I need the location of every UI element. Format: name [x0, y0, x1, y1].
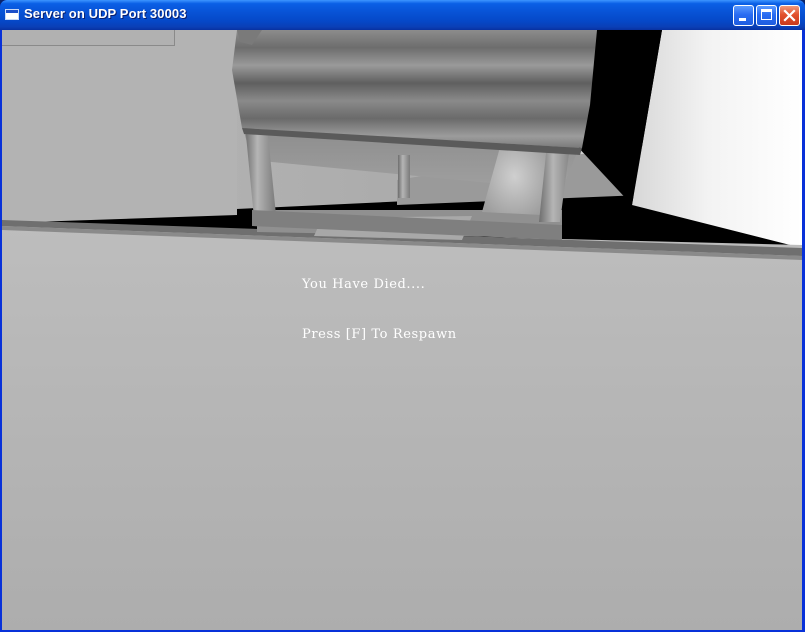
- maximize-button[interactable]: [756, 5, 777, 26]
- minimize-icon: [739, 18, 746, 21]
- death-message: You Have Died....: [302, 277, 426, 292]
- app-window-icon[interactable]: [5, 9, 19, 20]
- minimize-button[interactable]: [733, 5, 754, 26]
- game-viewport[interactable]: You Have Died.... Press [F] To Respawn: [2, 30, 802, 630]
- close-icon: [783, 9, 796, 22]
- game-window: Server on UDP Port 30003 You Have Died..…: [0, 0, 805, 632]
- window-title: Server on UDP Port 30003: [24, 6, 187, 21]
- title-bar[interactable]: Server on UDP Port 30003: [0, 0, 805, 30]
- hud-status-panel: [2, 30, 175, 46]
- respawn-prompt: Press [F] To Respawn: [302, 327, 457, 342]
- maximize-icon: [761, 9, 772, 20]
- close-button[interactable]: [779, 5, 800, 26]
